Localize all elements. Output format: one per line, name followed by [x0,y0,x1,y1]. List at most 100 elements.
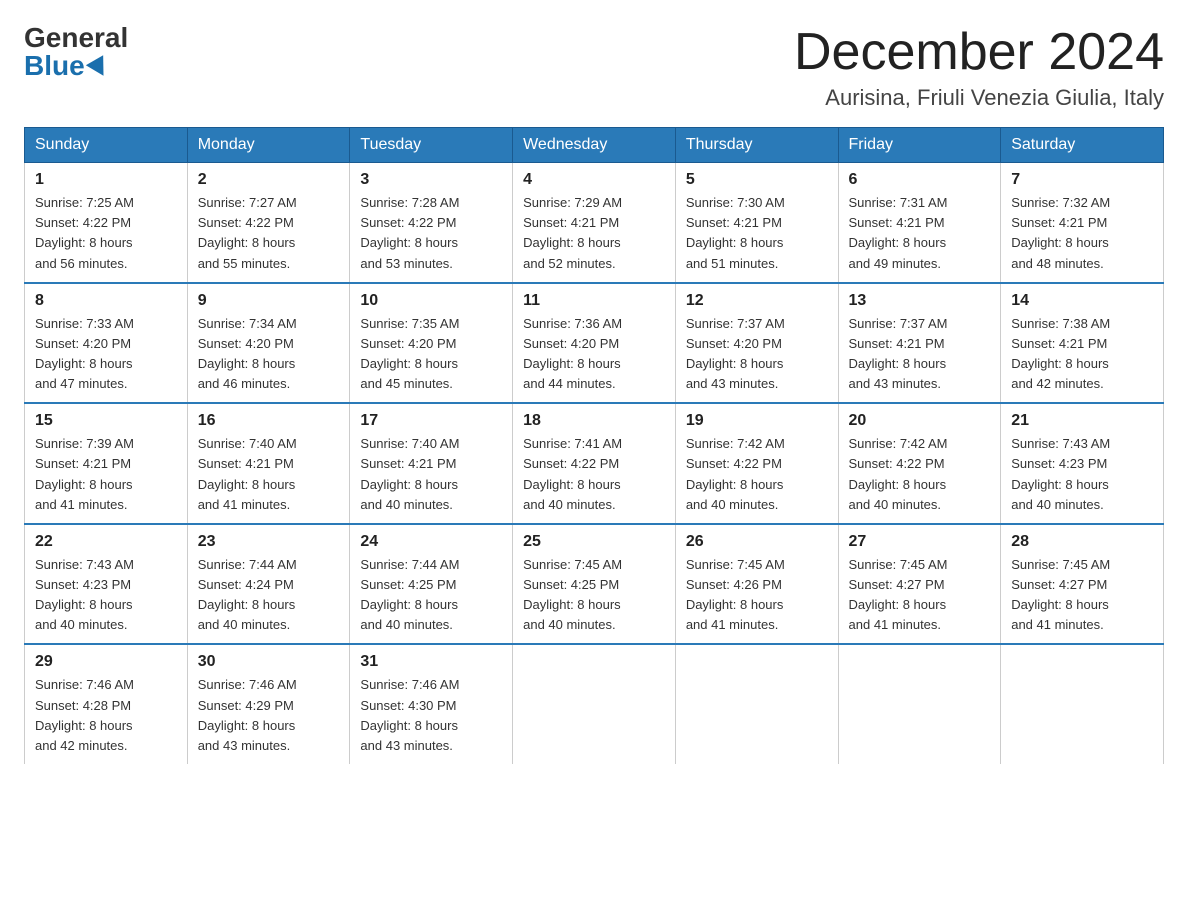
day-info: Sunrise: 7:36 AM Sunset: 4:20 PM Dayligh… [523,314,665,395]
day-number: 7 [1011,171,1153,189]
column-header-friday: Friday [838,128,1001,163]
day-info: Sunrise: 7:44 AM Sunset: 4:25 PM Dayligh… [360,555,502,636]
day-number: 3 [360,171,502,189]
month-title: December 2024 [794,24,1164,81]
calendar-day-cell: 14 Sunrise: 7:38 AM Sunset: 4:21 PM Dayl… [1001,283,1164,404]
day-info: Sunrise: 7:44 AM Sunset: 4:24 PM Dayligh… [198,555,340,636]
day-info: Sunrise: 7:32 AM Sunset: 4:21 PM Dayligh… [1011,193,1153,274]
day-number: 25 [523,533,665,551]
calendar-week-row: 8 Sunrise: 7:33 AM Sunset: 4:20 PM Dayli… [25,283,1164,404]
day-number: 29 [35,653,177,671]
calendar-day-cell: 27 Sunrise: 7:45 AM Sunset: 4:27 PM Dayl… [838,524,1001,645]
calendar-day-cell [675,644,838,764]
day-info: Sunrise: 7:29 AM Sunset: 4:21 PM Dayligh… [523,193,665,274]
day-info: Sunrise: 7:31 AM Sunset: 4:21 PM Dayligh… [849,193,991,274]
calendar-day-cell: 8 Sunrise: 7:33 AM Sunset: 4:20 PM Dayli… [25,283,188,404]
calendar-day-cell: 23 Sunrise: 7:44 AM Sunset: 4:24 PM Dayl… [187,524,350,645]
calendar-day-cell: 12 Sunrise: 7:37 AM Sunset: 4:20 PM Dayl… [675,283,838,404]
calendar-day-cell: 13 Sunrise: 7:37 AM Sunset: 4:21 PM Dayl… [838,283,1001,404]
day-number: 13 [849,292,991,310]
day-number: 27 [849,533,991,551]
page-header: General Blue December 2024 Aurisina, Fri… [24,24,1164,111]
title-section: December 2024 Aurisina, Friuli Venezia G… [794,24,1164,111]
day-number: 12 [686,292,828,310]
column-header-sunday: Sunday [25,128,188,163]
day-info: Sunrise: 7:46 AM Sunset: 4:29 PM Dayligh… [198,675,340,756]
day-number: 28 [1011,533,1153,551]
day-info: Sunrise: 7:25 AM Sunset: 4:22 PM Dayligh… [35,193,177,274]
calendar-day-cell: 6 Sunrise: 7:31 AM Sunset: 4:21 PM Dayli… [838,163,1001,283]
calendar-day-cell: 4 Sunrise: 7:29 AM Sunset: 4:21 PM Dayli… [513,163,676,283]
day-number: 8 [35,292,177,310]
calendar-table: SundayMondayTuesdayWednesdayThursdayFrid… [24,127,1164,764]
day-info: Sunrise: 7:40 AM Sunset: 4:21 PM Dayligh… [360,434,502,515]
day-number: 15 [35,412,177,430]
day-info: Sunrise: 7:28 AM Sunset: 4:22 PM Dayligh… [360,193,502,274]
logo: General Blue [24,24,128,80]
calendar-day-cell: 31 Sunrise: 7:46 AM Sunset: 4:30 PM Dayl… [350,644,513,764]
calendar-day-cell: 2 Sunrise: 7:27 AM Sunset: 4:22 PM Dayli… [187,163,350,283]
calendar-day-cell [1001,644,1164,764]
calendar-week-row: 15 Sunrise: 7:39 AM Sunset: 4:21 PM Dayl… [25,403,1164,524]
day-number: 20 [849,412,991,430]
day-info: Sunrise: 7:37 AM Sunset: 4:21 PM Dayligh… [849,314,991,395]
day-number: 22 [35,533,177,551]
day-info: Sunrise: 7:43 AM Sunset: 4:23 PM Dayligh… [35,555,177,636]
calendar-day-cell: 26 Sunrise: 7:45 AM Sunset: 4:26 PM Dayl… [675,524,838,645]
column-header-thursday: Thursday [675,128,838,163]
calendar-day-cell: 21 Sunrise: 7:43 AM Sunset: 4:23 PM Dayl… [1001,403,1164,524]
calendar-week-row: 1 Sunrise: 7:25 AM Sunset: 4:22 PM Dayli… [25,163,1164,283]
day-number: 9 [198,292,340,310]
day-info: Sunrise: 7:45 AM Sunset: 4:27 PM Dayligh… [1011,555,1153,636]
day-number: 5 [686,171,828,189]
day-number: 18 [523,412,665,430]
calendar-week-row: 22 Sunrise: 7:43 AM Sunset: 4:23 PM Dayl… [25,524,1164,645]
day-number: 19 [686,412,828,430]
location-title: Aurisina, Friuli Venezia Giulia, Italy [794,85,1164,111]
calendar-day-cell: 16 Sunrise: 7:40 AM Sunset: 4:21 PM Dayl… [187,403,350,524]
calendar-day-cell: 17 Sunrise: 7:40 AM Sunset: 4:21 PM Dayl… [350,403,513,524]
day-info: Sunrise: 7:46 AM Sunset: 4:30 PM Dayligh… [360,675,502,756]
day-info: Sunrise: 7:42 AM Sunset: 4:22 PM Dayligh… [849,434,991,515]
calendar-day-cell: 10 Sunrise: 7:35 AM Sunset: 4:20 PM Dayl… [350,283,513,404]
calendar-day-cell: 19 Sunrise: 7:42 AM Sunset: 4:22 PM Dayl… [675,403,838,524]
day-info: Sunrise: 7:27 AM Sunset: 4:22 PM Dayligh… [198,193,340,274]
calendar-day-cell [513,644,676,764]
calendar-header-row: SundayMondayTuesdayWednesdayThursdayFrid… [25,128,1164,163]
day-number: 16 [198,412,340,430]
day-info: Sunrise: 7:45 AM Sunset: 4:27 PM Dayligh… [849,555,991,636]
column-header-saturday: Saturday [1001,128,1164,163]
day-info: Sunrise: 7:42 AM Sunset: 4:22 PM Dayligh… [686,434,828,515]
calendar-day-cell: 25 Sunrise: 7:45 AM Sunset: 4:25 PM Dayl… [513,524,676,645]
calendar-day-cell: 15 Sunrise: 7:39 AM Sunset: 4:21 PM Dayl… [25,403,188,524]
calendar-day-cell: 9 Sunrise: 7:34 AM Sunset: 4:20 PM Dayli… [187,283,350,404]
day-info: Sunrise: 7:45 AM Sunset: 4:25 PM Dayligh… [523,555,665,636]
day-info: Sunrise: 7:45 AM Sunset: 4:26 PM Dayligh… [686,555,828,636]
day-number: 21 [1011,412,1153,430]
day-info: Sunrise: 7:33 AM Sunset: 4:20 PM Dayligh… [35,314,177,395]
calendar-day-cell: 24 Sunrise: 7:44 AM Sunset: 4:25 PM Dayl… [350,524,513,645]
column-header-wednesday: Wednesday [513,128,676,163]
logo-general-text: General [24,24,128,52]
day-info: Sunrise: 7:38 AM Sunset: 4:21 PM Dayligh… [1011,314,1153,395]
day-info: Sunrise: 7:39 AM Sunset: 4:21 PM Dayligh… [35,434,177,515]
day-number: 6 [849,171,991,189]
column-header-tuesday: Tuesday [350,128,513,163]
calendar-day-cell: 29 Sunrise: 7:46 AM Sunset: 4:28 PM Dayl… [25,644,188,764]
day-number: 30 [198,653,340,671]
calendar-day-cell: 28 Sunrise: 7:45 AM Sunset: 4:27 PM Dayl… [1001,524,1164,645]
day-number: 24 [360,533,502,551]
day-number: 31 [360,653,502,671]
calendar-day-cell: 1 Sunrise: 7:25 AM Sunset: 4:22 PM Dayli… [25,163,188,283]
day-number: 2 [198,171,340,189]
day-number: 23 [198,533,340,551]
day-number: 10 [360,292,502,310]
day-number: 14 [1011,292,1153,310]
calendar-day-cell: 18 Sunrise: 7:41 AM Sunset: 4:22 PM Dayl… [513,403,676,524]
day-info: Sunrise: 7:43 AM Sunset: 4:23 PM Dayligh… [1011,434,1153,515]
day-info: Sunrise: 7:40 AM Sunset: 4:21 PM Dayligh… [198,434,340,515]
calendar-day-cell: 20 Sunrise: 7:42 AM Sunset: 4:22 PM Dayl… [838,403,1001,524]
day-info: Sunrise: 7:37 AM Sunset: 4:20 PM Dayligh… [686,314,828,395]
day-info: Sunrise: 7:41 AM Sunset: 4:22 PM Dayligh… [523,434,665,515]
day-number: 11 [523,292,665,310]
